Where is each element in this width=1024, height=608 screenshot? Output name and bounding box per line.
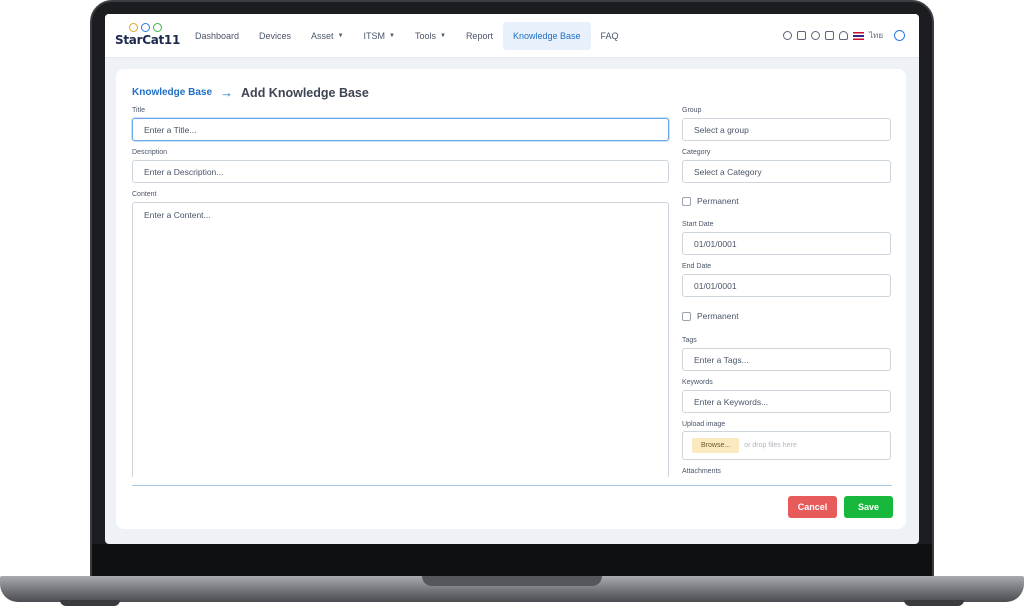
end-date-value: 01/01/0001 <box>694 280 737 291</box>
nav-item-tools[interactable]: Tools ▼ <box>405 22 456 50</box>
cancel-button[interactable]: Cancel <box>788 496 837 518</box>
end-date-input[interactable]: 01/01/0001 <box>682 274 891 297</box>
caret-down-icon: ▼ <box>439 33 446 39</box>
keywords-input[interactable]: Enter a Keywords... <box>682 390 891 413</box>
start-date-value: 01/01/0001 <box>694 238 737 249</box>
title-input[interactable]: Enter a Title... <box>132 118 669 141</box>
breadcrumb-link[interactable]: Knowledge Base <box>132 87 212 98</box>
description-label: Description <box>132 149 168 156</box>
nav-item-faq[interactable]: FAQ <box>591 22 629 50</box>
tags-placeholder: Enter a Tags... <box>694 354 749 365</box>
group-select[interactable]: Select a group <box>682 118 891 141</box>
nav-right-tools: ไทย <box>783 29 905 42</box>
drop-hint: or drop files here <box>744 442 797 449</box>
main-nav: Dashboard Devices Asset ▼ ITSM ▼ Tools ▼ Re… <box>185 22 629 50</box>
title-placeholder: Enter a Title... <box>144 124 197 135</box>
nav-item-itsm[interactable]: ITSM ▼ <box>354 22 405 50</box>
keywords-label: Keywords <box>682 379 713 386</box>
group-label: Group <box>682 107 702 114</box>
logo-dot <box>129 23 138 32</box>
nav-item-dashboard[interactable]: Dashboard <box>185 22 249 50</box>
form-divider <box>132 485 892 486</box>
laptop-notch <box>422 576 602 586</box>
tags-input[interactable]: Enter a Tags... <box>682 348 891 371</box>
breadcrumb: Knowledge Base → Add Knowledge Base <box>132 85 369 100</box>
nav-item-label: Report <box>465 31 493 41</box>
nav-item-label: Devices <box>259 31 292 41</box>
attachments-label: Attachments <box>682 468 721 475</box>
calendar-icon[interactable] <box>825 31 835 40</box>
title-label: Title <box>132 107 145 114</box>
nav-item-label: Asset <box>311 31 334 41</box>
form-card: Knowledge Base → Add Knowledge Base Titl… <box>116 69 906 529</box>
language-label[interactable]: ไทย <box>869 29 883 42</box>
category-value: Select a Category <box>694 166 762 177</box>
start-date-label: Start Date <box>682 221 714 228</box>
app-screen: StarCat11 Dashboard Devices Asset ▼ ITSM ▼… <box>105 14 919 544</box>
nav-item-knowledge-base[interactable]: Knowledge Base <box>502 22 591 50</box>
permanent-checkbox-row-2[interactable]: Permanent <box>682 311 739 321</box>
caret-down-icon: ▼ <box>389 33 395 39</box>
upload-image-label: Upload image <box>682 421 726 428</box>
permanent-checkbox[interactable] <box>682 196 691 206</box>
save-button[interactable]: Save <box>844 496 893 518</box>
content-placeholder: Enter a Content... <box>144 210 211 220</box>
laptop-bezel <box>92 544 932 578</box>
bell-icon[interactable] <box>839 31 849 40</box>
caret-down-icon: ▼ <box>337 33 344 39</box>
top-navbar: StarCat11 Dashboard Devices Asset ▼ ITSM ▼… <box>105 14 919 58</box>
permanent-label: Permanent <box>697 196 739 206</box>
logo-mark <box>129 23 175 32</box>
timer-icon[interactable] <box>811 31 821 40</box>
content-label: Content <box>132 191 157 198</box>
nav-item-label: Dashboard <box>195 31 240 41</box>
start-date-input[interactable]: 01/01/0001 <box>682 232 891 255</box>
logo[interactable]: StarCat11 <box>115 23 181 51</box>
nav-item-devices[interactable]: Devices <box>249 22 301 50</box>
logo-dot <box>141 23 150 32</box>
nav-item-report[interactable]: Report <box>456 22 503 50</box>
nav-item-label: ITSM <box>363 31 386 41</box>
nav-item-label: Tools <box>414 31 436 41</box>
browse-button[interactable]: Browse... <box>692 438 740 453</box>
permanent-checkbox-row[interactable]: Permanent <box>682 196 739 206</box>
logo-text: StarCat11 <box>115 33 181 47</box>
keywords-placeholder: Enter a Keywords... <box>694 396 769 407</box>
logo-dot <box>153 23 162 32</box>
circle-icon[interactable] <box>783 31 793 40</box>
page-title: Add Knowledge Base <box>241 85 369 100</box>
flag-icon[interactable] <box>853 31 865 40</box>
nav-item-label: FAQ <box>600 31 619 41</box>
nav-item-label: Knowledge Base <box>512 31 581 41</box>
tags-label: Tags <box>682 337 697 344</box>
nav-item-asset[interactable]: Asset ▼ <box>301 22 353 50</box>
mail-icon[interactable] <box>797 31 807 40</box>
content-textarea[interactable]: Enter a Content... <box>132 202 669 477</box>
description-input[interactable]: Enter a Description... <box>132 160 669 183</box>
laptop-foot-right <box>904 600 964 606</box>
user-icon[interactable] <box>894 30 905 41</box>
arrow-right-icon: → <box>220 85 234 100</box>
permanent-checkbox-2[interactable] <box>682 311 691 321</box>
upload-dropzone[interactable]: Browse... or drop files here <box>682 431 891 460</box>
category-select[interactable]: Select a Category <box>682 160 891 183</box>
description-placeholder: Enter a Description... <box>144 166 224 177</box>
end-date-label: End Date <box>682 263 712 270</box>
group-value: Select a group <box>694 124 749 135</box>
laptop-foot-left <box>60 600 120 606</box>
permanent-label-2: Permanent <box>697 311 739 321</box>
category-label: Category <box>682 149 711 156</box>
